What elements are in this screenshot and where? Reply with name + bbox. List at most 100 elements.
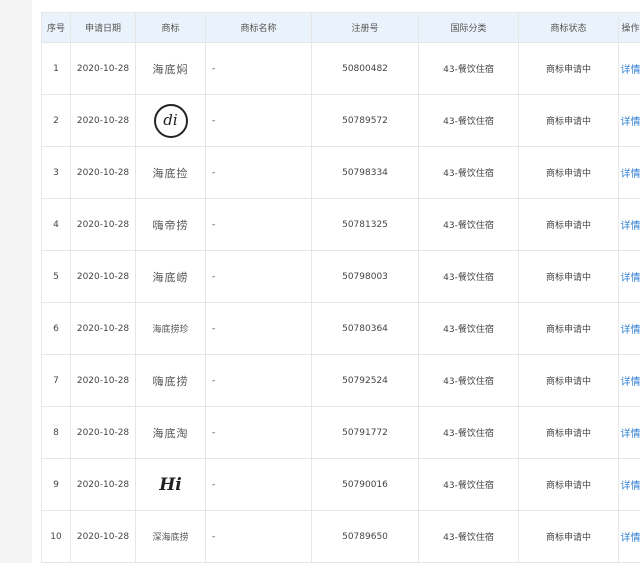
detail-link[interactable]: 详情 xyxy=(621,169,640,180)
table-row: 6 2020-10-28 海底捞珍 -50780364 43-餐饮住宿 商标申请中 详情 xyxy=(41,302,640,355)
cell-intl-class: 43-餐饮住宿 xyxy=(418,42,519,95)
cell-mark: 海底捞珍 xyxy=(135,302,206,355)
cell-action: 详情 xyxy=(618,42,640,95)
cell-mark-name: - xyxy=(205,302,312,355)
cell-intl-class: 43-餐饮住宿 xyxy=(418,250,519,303)
cell-status: 商标申请中 xyxy=(518,42,619,95)
cell-mark: 深海底捞 xyxy=(135,510,206,563)
cell-intl-class: 43-餐饮住宿 xyxy=(418,146,519,199)
cell-intl-class: 43-餐饮住宿 xyxy=(418,406,519,459)
table-row: 7 2020-10-28 嗨底捞 -50792524 43-餐饮住宿 商标申请中 详情 xyxy=(41,354,640,407)
cell-mark: 海底淘 xyxy=(135,406,206,459)
table-row: 8 2020-10-28 海底淘 -50791772 43-餐饮住宿 商标申请中 详情 xyxy=(41,406,640,459)
table-row: 5 2020-10-28 海底崂 -50798003 43-餐饮住宿 商标申请中 详情 xyxy=(41,250,640,303)
cell-mark: di xyxy=(135,94,206,147)
cell-index: 6 xyxy=(41,302,71,355)
cell-mark: 嗨底捞 xyxy=(135,354,206,407)
cell-reg-no: 50798334 xyxy=(311,146,419,199)
cell-index: 4 xyxy=(41,198,71,251)
detail-link[interactable]: 详情 xyxy=(621,65,640,76)
cell-mark: 海底捡 xyxy=(135,146,206,199)
cell-apply-date: 2020-10-28 xyxy=(70,250,136,303)
cell-mark: 海底焖 xyxy=(135,42,206,95)
table-row: 3 2020-10-28 海底捡 -50798334 43-餐饮住宿 商标申请中 详情 xyxy=(41,146,640,199)
cell-index: 9 xyxy=(41,458,71,511)
table-row: 10 2020-10-28 深海底捞 -50789650 43-餐饮住宿 商标申请中 详情 xyxy=(41,510,640,563)
cell-intl-class: 43-餐饮住宿 xyxy=(418,354,519,407)
cell-mark: 海底崂 xyxy=(135,250,206,303)
cell-mark-name: - xyxy=(205,458,312,511)
cell-apply-date: 2020-10-28 xyxy=(70,354,136,407)
cell-action: 详情 xyxy=(618,458,640,511)
cell-reg-no: 50789572 xyxy=(311,94,419,147)
cell-status: 商标申请中 xyxy=(518,406,619,459)
trademark-table: 序号 申请日期 商标 商标名称 注册号 国际分类 商标状态 操作 1 2020-1… xyxy=(41,12,640,563)
cell-status: 商标申请中 xyxy=(518,94,619,147)
header-action: 操作 xyxy=(618,12,640,43)
cell-apply-date: 2020-10-28 xyxy=(70,198,136,251)
cell-apply-date: 2020-10-28 xyxy=(70,510,136,563)
cell-mark: 嗨帝捞 xyxy=(135,198,206,251)
cell-index: 10 xyxy=(41,510,71,563)
header-apply-date: 申请日期 xyxy=(70,12,136,43)
header-status: 商标状态 xyxy=(518,12,619,43)
detail-link[interactable]: 详情 xyxy=(621,117,640,128)
cell-mark-name: - xyxy=(205,198,312,251)
table-row: 2 2020-10-28 di -50789572 43-餐饮住宿 商标申请中 详情 xyxy=(41,94,640,147)
cell-action: 详情 xyxy=(618,406,640,459)
cell-reg-no: 50781325 xyxy=(311,198,419,251)
cell-apply-date: 2020-10-28 xyxy=(70,406,136,459)
cell-index: 2 xyxy=(41,94,71,147)
cell-mark-name: - xyxy=(205,250,312,303)
cell-index: 3 xyxy=(41,146,71,199)
cell-mark-name: - xyxy=(205,146,312,199)
trademark-image: 深海底捞 xyxy=(152,533,189,543)
detail-link[interactable]: 详情 xyxy=(621,481,640,492)
cell-mark: Hi xyxy=(135,458,206,511)
header-index: 序号 xyxy=(41,12,71,43)
table-row: 4 2020-10-28 嗨帝捞 -50781325 43-餐饮住宿 商标申请中 详情 xyxy=(41,198,640,251)
cell-action: 详情 xyxy=(618,510,640,563)
cell-status: 商标申请中 xyxy=(518,510,619,563)
trademark-image: 海底捡 xyxy=(152,166,189,180)
trademark-image: 海底捞珍 xyxy=(152,325,189,335)
cell-intl-class: 43-餐饮住宿 xyxy=(418,510,519,563)
cell-status: 商标申请中 xyxy=(518,146,619,199)
detail-link[interactable]: 详情 xyxy=(621,221,640,232)
trademark-image: 海底淘 xyxy=(152,426,189,440)
cell-action: 详情 xyxy=(618,250,640,303)
detail-link[interactable]: 详情 xyxy=(621,377,640,388)
trademark-logo: Hi xyxy=(159,474,182,495)
cell-reg-no: 50791772 xyxy=(311,406,419,459)
cell-reg-no: 50798003 xyxy=(311,250,419,303)
cell-action: 详情 xyxy=(618,354,640,407)
table-row: 1 2020-10-28 海底焖 -50800482 43-餐饮住宿 商标申请中 详情 xyxy=(41,42,640,95)
trademark-image: 海底崂 xyxy=(152,270,189,284)
header-reg-no: 注册号 xyxy=(311,12,419,43)
cell-apply-date: 2020-10-28 xyxy=(70,94,136,147)
cell-action: 详情 xyxy=(618,302,640,355)
cell-reg-no: 50790016 xyxy=(311,458,419,511)
trademark-logo: di xyxy=(153,103,188,138)
cell-mark-name: - xyxy=(205,354,312,407)
cell-intl-class: 43-餐饮住宿 xyxy=(418,458,519,511)
cell-apply-date: 2020-10-28 xyxy=(70,42,136,95)
cell-status: 商标申请中 xyxy=(518,250,619,303)
cell-index: 7 xyxy=(41,354,71,407)
cell-index: 8 xyxy=(41,406,71,459)
table-row: 9 2020-10-28 Hi -50790016 43-餐饮住宿 商标申请中 详情 xyxy=(41,458,640,511)
trademark-image: 嗨帝捞 xyxy=(152,218,189,232)
trademark-image: 海底焖 xyxy=(152,62,189,76)
cell-apply-date: 2020-10-28 xyxy=(70,458,136,511)
cell-status: 商标申请中 xyxy=(518,198,619,251)
detail-link[interactable]: 详情 xyxy=(621,429,640,440)
detail-link[interactable]: 详情 xyxy=(621,273,640,284)
cell-intl-class: 43-餐饮住宿 xyxy=(418,198,519,251)
detail-link[interactable]: 详情 xyxy=(621,325,640,336)
detail-link[interactable]: 详情 xyxy=(621,533,640,544)
trademark-image: 嗨底捞 xyxy=(152,374,189,388)
cell-action: 详情 xyxy=(618,94,640,147)
cell-reg-no: 50800482 xyxy=(311,42,419,95)
table-header-row: 序号 申请日期 商标 商标名称 注册号 国际分类 商标状态 操作 xyxy=(41,12,640,43)
cell-action: 详情 xyxy=(618,198,640,251)
